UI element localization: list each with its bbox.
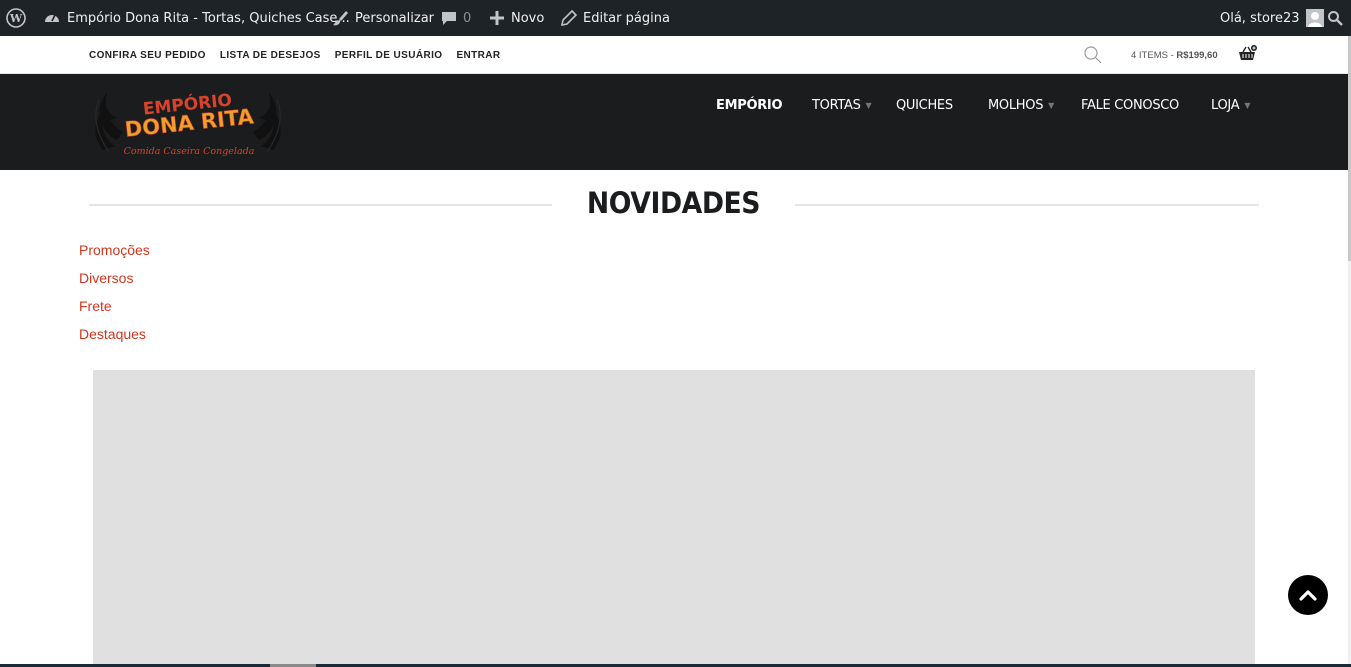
- section-heading: NOVIDADES: [89, 186, 1259, 226]
- cart-summary-link[interactable]: 4 ITEMS - R$199,60: [1131, 36, 1218, 74]
- heading-divider-left: [89, 204, 552, 206]
- nav-item-quiches[interactable]: QUICHES: [896, 74, 953, 136]
- wordpress-icon: W: [6, 8, 26, 28]
- nav-label: FALE CONOSCO: [1081, 97, 1179, 113]
- nav-item-tortas[interactable]: TORTAS ▼: [812, 74, 872, 136]
- top-utility-bar: CONFIRA SEU PEDIDO LISTA DE DESEJOS PERF…: [0, 36, 1351, 74]
- comments-link[interactable]: 0: [441, 0, 471, 36]
- svg-text:W: W: [9, 12, 23, 25]
- wordpress-logo-button[interactable]: W: [6, 0, 26, 36]
- new-content-link[interactable]: Novo: [489, 0, 544, 36]
- logo-tagline: Comida Caseira Congelada: [124, 146, 255, 157]
- comments-count: 0: [463, 10, 472, 26]
- site-logo[interactable]: EMPÓRIO DONA RITA Comida Caseira Congela…: [89, 80, 287, 166]
- category-link-diversos[interactable]: Diversos: [79, 270, 150, 298]
- site-name-link[interactable]: Empório Dona Rita - Tortas, Quiches Case…: [43, 0, 350, 36]
- category-link-destaques[interactable]: Destaques: [79, 326, 150, 354]
- edit-page-link[interactable]: Editar página: [561, 0, 670, 36]
- category-link-frete[interactable]: Frete: [79, 298, 150, 326]
- caret-down-icon: ▼: [865, 100, 872, 110]
- greeting-label: Olá, store23: [1220, 10, 1300, 26]
- magnifier-icon: [1084, 46, 1102, 64]
- search-icon: [1327, 10, 1343, 26]
- heading-divider-right: [795, 204, 1259, 206]
- paintbrush-icon: [331, 9, 349, 27]
- wishlist-link[interactable]: LISTA DE DESEJOS: [220, 50, 321, 61]
- nav-label: EMPÓRIO: [716, 97, 783, 113]
- cart-button[interactable]: [1238, 45, 1258, 63]
- header-search-button[interactable]: [1083, 45, 1103, 65]
- login-link[interactable]: ENTRAR: [456, 50, 500, 61]
- main-header: EMPÓRIO DONA RITA Comida Caseira Congela…: [0, 74, 1351, 170]
- customize-link[interactable]: Personalizar: [331, 0, 434, 36]
- banner-placeholder: [93, 370, 1255, 667]
- category-list: Promoções Diversos Frete Destaques: [79, 242, 150, 354]
- new-label: Novo: [511, 10, 545, 26]
- admin-search-button[interactable]: [1327, 0, 1343, 36]
- nav-label: TORTAS: [812, 97, 861, 113]
- wp-admin-bar: W Empório Dona Rita - Tortas, Quiches Ca…: [0, 0, 1351, 36]
- account-links: CONFIRA SEU PEDIDO LISTA DE DESEJOS PERF…: [89, 36, 501, 74]
- edit-page-label: Editar página: [583, 10, 670, 26]
- caret-down-icon: ▼: [1048, 100, 1055, 110]
- back-to-top-button[interactable]: [1288, 575, 1328, 615]
- nav-item-loja[interactable]: LOJA ▼: [1211, 74, 1250, 136]
- cart-item-count: 4 ITEMS: [1131, 49, 1168, 61]
- plus-icon: [489, 10, 505, 26]
- nav-label: QUICHES: [896, 97, 953, 113]
- avatar: [1305, 9, 1324, 27]
- account-menu[interactable]: Olá, store23: [1220, 0, 1324, 36]
- caret-down-icon: ▼: [1244, 100, 1251, 110]
- nav-item-molhos[interactable]: MOLHOS ▼: [988, 74, 1054, 136]
- order-status-link[interactable]: CONFIRA SEU PEDIDO: [89, 50, 206, 61]
- category-link-promocoes[interactable]: Promoções: [79, 242, 150, 270]
- pencil-icon: [561, 10, 577, 26]
- page-title: NOVIDADES: [586, 186, 761, 220]
- basket-icon: [1239, 45, 1257, 60]
- cart-separator: -: [1167, 49, 1177, 61]
- customize-label: Personalizar: [355, 10, 435, 26]
- user-profile-link[interactable]: PERFIL DE USUÁRIO: [335, 50, 443, 61]
- chevron-up-icon: [1299, 590, 1317, 601]
- nav-item-fale-conosco[interactable]: FALE CONOSCO: [1081, 74, 1179, 136]
- dashboard-icon: [43, 9, 61, 27]
- dona-rita-logo-image: EMPÓRIO DONA RITA Comida Caseira Congela…: [95, 88, 281, 157]
- nav-label: MOLHOS: [988, 97, 1044, 113]
- comment-icon: [441, 10, 457, 26]
- nav-item-emporio[interactable]: EMPÓRIO: [716, 74, 783, 136]
- site-name-label: Empório Dona Rita - Tortas, Quiches Case…: [67, 10, 350, 26]
- nav-label: LOJA: [1211, 97, 1240, 113]
- cart-total: R$199,60: [1176, 49, 1218, 61]
